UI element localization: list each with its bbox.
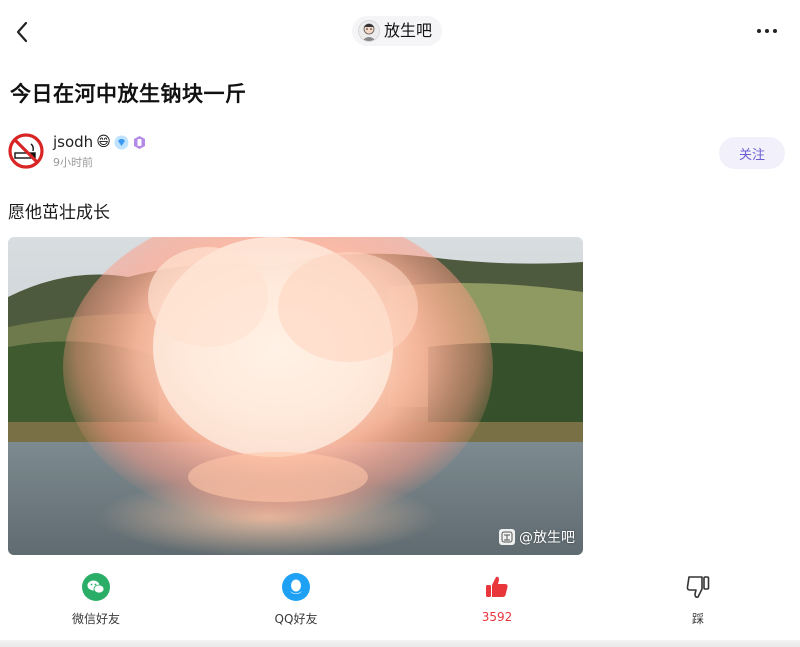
dislike-button[interactable]: 踩 bbox=[638, 572, 758, 627]
author-name[interactable]: jsodh bbox=[53, 133, 93, 151]
like-count: 3592 bbox=[481, 610, 513, 624]
level-badge-icon bbox=[132, 135, 147, 150]
forum-avatar bbox=[358, 20, 380, 42]
share-qq-label: QQ好友 bbox=[274, 612, 318, 626]
forum-link[interactable]: 放生吧 bbox=[352, 16, 443, 46]
dislike-label: 踩 bbox=[691, 612, 704, 626]
watermark-text: @放生吧 bbox=[519, 530, 575, 546]
thumbs-down-icon bbox=[683, 572, 713, 602]
author-name-row: jsodh 😄 bbox=[53, 133, 147, 151]
share-qq-button[interactable]: QQ好友 bbox=[236, 572, 356, 627]
no-smoking-avatar-icon bbox=[8, 133, 44, 169]
back-button[interactable] bbox=[8, 16, 36, 48]
action-bar: 微信好友 QQ好友 3592 踩 bbox=[0, 572, 800, 636]
wechat-icon bbox=[81, 572, 111, 602]
share-wechat-button[interactable]: 微信好友 bbox=[36, 572, 156, 627]
dot-icon bbox=[765, 29, 769, 33]
like-button[interactable]: 3592 bbox=[437, 572, 557, 624]
dot-icon bbox=[757, 29, 761, 33]
bottom-shade bbox=[0, 640, 800, 647]
post-time: 9小时前 bbox=[53, 156, 93, 169]
qq-icon bbox=[281, 572, 311, 602]
more-options-button[interactable] bbox=[752, 20, 782, 42]
dot-icon bbox=[773, 29, 777, 33]
post-body: 愿他茁壮成长 bbox=[8, 203, 110, 223]
image-watermark: @放生吧 bbox=[499, 527, 575, 547]
grinning-emoji: 😄 bbox=[96, 134, 111, 150]
explosion-photo bbox=[8, 237, 583, 555]
diamond-badge-icon bbox=[114, 135, 129, 150]
author-avatar[interactable] bbox=[7, 132, 45, 170]
post-title: 今日在河中放生钠块一斤 bbox=[10, 82, 247, 106]
thumbs-up-icon bbox=[482, 572, 512, 602]
tieba-logo-icon bbox=[499, 529, 515, 545]
follow-button[interactable]: 关注 bbox=[719, 137, 785, 169]
top-bar: 放生吧 bbox=[0, 0, 800, 64]
post-image[interactable]: @放生吧 bbox=[8, 237, 583, 555]
share-wechat-label: 微信好友 bbox=[71, 612, 120, 626]
chevron-left-icon bbox=[16, 21, 28, 43]
forum-name: 放生吧 bbox=[384, 21, 433, 40]
